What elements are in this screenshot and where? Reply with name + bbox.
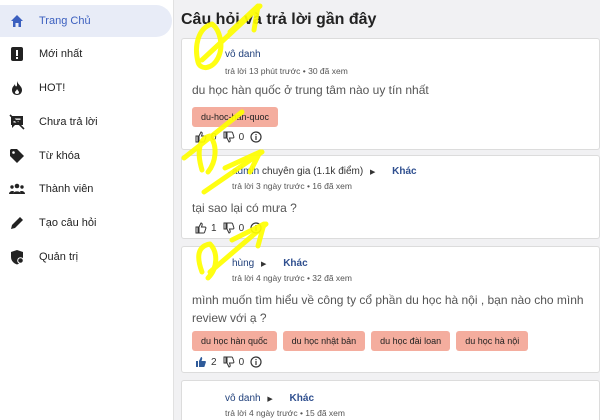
- thumbs-down-icon[interactable]: [223, 356, 235, 368]
- sidebar-item-label: Tạo câu hỏi: [39, 217, 97, 229]
- category-link[interactable]: Khác: [283, 258, 307, 269]
- question-card: admin chuyên gia (1.1k điểm) ▶ Khác trả …: [181, 155, 600, 239]
- sidebar-item-admin[interactable]: Quản trị: [0, 241, 172, 273]
- sidebar-item-label: Thành viên: [39, 183, 94, 195]
- tag-list: du học hàn quốc du học nhật bản du học đ…: [192, 331, 529, 351]
- user-line: vô danh: [225, 49, 261, 60]
- thumbs-down-icon[interactable]: [223, 131, 235, 143]
- tag-chip[interactable]: du học hà nội: [456, 331, 529, 351]
- sidebar-item-tags[interactable]: Từ khóa: [0, 140, 172, 172]
- question-title[interactable]: tại sao lại có mưa ?: [192, 199, 297, 217]
- sidebar-item-hot[interactable]: HOT!: [0, 72, 172, 104]
- tag-chip[interactable]: du học đài loan: [371, 331, 451, 351]
- sidebar-item-ask[interactable]: Tạo câu hỏi: [0, 207, 172, 239]
- thumbs-up-icon[interactable]: [195, 356, 207, 368]
- answer-time[interactable]: trả lời 4 ngày trước • 15 đã xem: [225, 408, 345, 418]
- sidebar-item-label: HOT!: [39, 82, 66, 94]
- info-icon[interactable]: [250, 131, 262, 143]
- sidebar-item-home[interactable]: Trang Chủ: [0, 5, 172, 37]
- user-name-link[interactable]: admin: [232, 166, 259, 177]
- dislike-count: 0: [238, 356, 245, 368]
- main-content: Câu hỏi và trả lời gần đây vô danh trả l…: [175, 0, 600, 420]
- caret-right-icon: ▶: [261, 261, 267, 268]
- unanswered-icon: [9, 114, 25, 130]
- vote-bar: 2 0: [195, 356, 262, 368]
- tag-list: du-hoc-han-quoc: [192, 107, 279, 127]
- like-count: 2: [211, 356, 217, 368]
- tag-chip[interactable]: du học hàn quốc: [192, 331, 277, 351]
- dislike-count: 0: [238, 222, 245, 234]
- sidebar-item-label: Từ khóa: [39, 150, 80, 162]
- thumbs-up-icon[interactable]: [195, 222, 207, 234]
- user-badge: chuyên gia (1.1k điểm): [262, 166, 364, 177]
- question-card: vô danh ▶ Khác trả lời 4 ngày trước • 15…: [181, 380, 600, 420]
- question-card: vô danh trả lời 13 phút trước • 30 đã xe…: [181, 38, 600, 150]
- vote-bar: 1 0: [195, 222, 262, 234]
- like-count: 1: [211, 222, 217, 234]
- like-count: 0: [211, 131, 217, 143]
- caret-right-icon: ▶: [267, 396, 273, 403]
- fire-icon: [12, 81, 22, 95]
- pencil-icon: [11, 217, 23, 229]
- answer-time[interactable]: trả lời 13 phút trước • 30 đã xem: [225, 66, 348, 76]
- question-title[interactable]: mình muốn tìm hiểu về công ty cổ phần du…: [192, 291, 599, 327]
- user-name-link[interactable]: hùng: [232, 258, 254, 269]
- page-title: Câu hỏi và trả lời gần đây: [181, 11, 377, 28]
- tag-chip[interactable]: du học nhật bản: [282, 331, 366, 351]
- thumbs-up-icon[interactable]: [195, 131, 207, 143]
- sidebar-item-label: Mới nhất: [39, 48, 83, 60]
- user-line: admin chuyên gia (1.1k điểm) ▶ Khác: [232, 166, 417, 177]
- tag-chip[interactable]: du-hoc-han-quoc: [192, 107, 279, 127]
- sidebar: Trang Chủ Mới nhất HOT! Chưa trả lời Từ …: [0, 0, 174, 420]
- exclamation-icon: [11, 47, 23, 61]
- user-name-link[interactable]: vô danh: [225, 393, 261, 404]
- category-link[interactable]: Khác: [290, 393, 314, 404]
- sidebar-item-members[interactable]: Thành viên: [0, 173, 172, 205]
- category-link[interactable]: Khác: [392, 166, 416, 177]
- dislike-count: 0: [238, 131, 245, 143]
- sidebar-item-unanswered[interactable]: Chưa trả lời: [0, 106, 172, 138]
- shield-icon: [11, 250, 24, 265]
- home-icon: [11, 15, 23, 27]
- sidebar-item-label: Trang Chủ: [39, 15, 91, 27]
- info-icon[interactable]: [250, 356, 262, 368]
- thumbs-down-icon[interactable]: [223, 222, 235, 234]
- sidebar-item-newest[interactable]: Mới nhất: [0, 38, 172, 70]
- sidebar-item-label: Quản trị: [39, 251, 79, 263]
- question-card: hùng ▶ Khác trả lời 4 ngày trước • 32 đã…: [181, 246, 600, 373]
- user-line: hùng ▶ Khác: [232, 258, 308, 269]
- user-line: vô danh ▶ Khác: [225, 393, 314, 404]
- answer-time[interactable]: trả lời 4 ngày trước • 32 đã xem: [232, 273, 352, 283]
- caret-right-icon: ▶: [369, 169, 376, 176]
- question-title[interactable]: du học hàn quốc ở trung tâm nào uy tín n…: [192, 81, 429, 99]
- vote-bar: 0 0: [195, 131, 262, 143]
- answer-time[interactable]: trả lời 3 ngày trước • 16 đã xem: [232, 181, 352, 191]
- user-name-link[interactable]: vô danh: [225, 49, 261, 60]
- users-icon: [9, 183, 25, 194]
- sidebar-item-label: Chưa trả lời: [39, 116, 98, 128]
- tag-icon: [10, 149, 24, 163]
- info-icon[interactable]: [250, 222, 262, 234]
